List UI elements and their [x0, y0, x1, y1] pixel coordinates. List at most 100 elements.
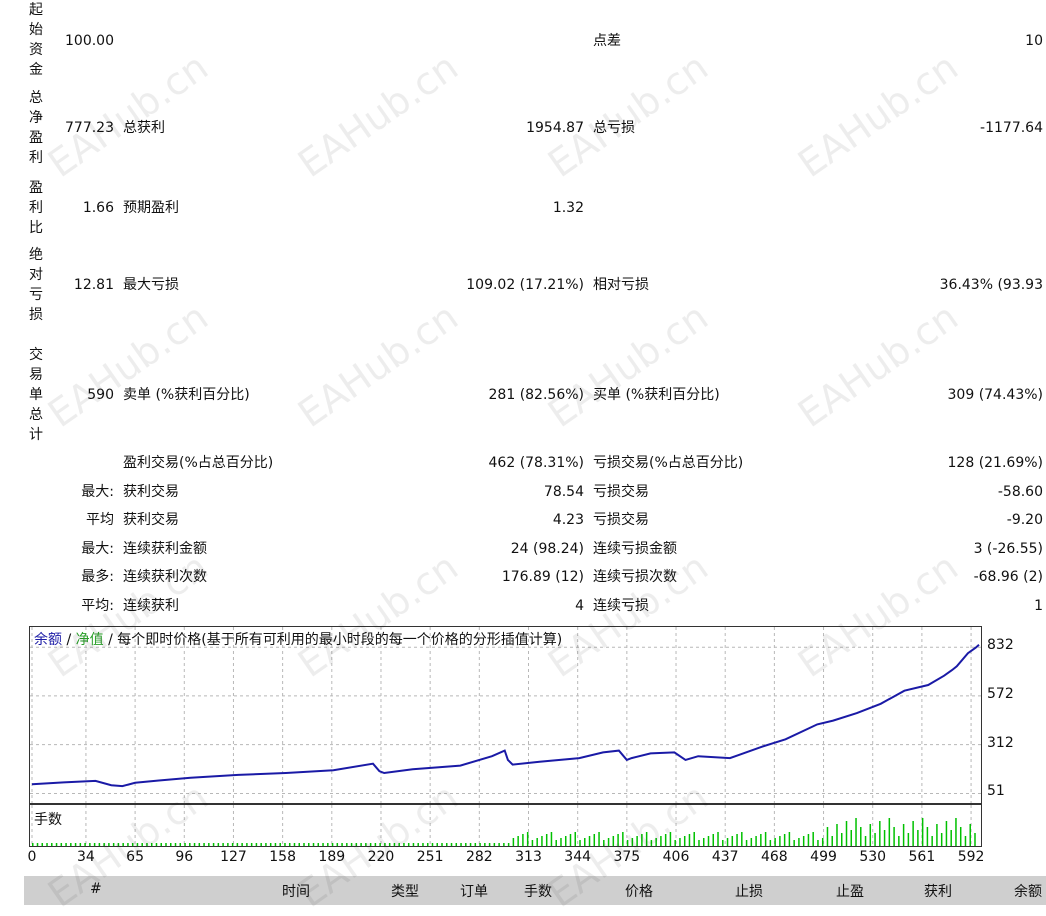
stats-label1: 连续获利 [123, 598, 179, 614]
volume-bar [526, 832, 529, 846]
col-time[interactable]: 时间 [282, 881, 310, 901]
col-type[interactable]: 类型 [391, 881, 419, 901]
col-number[interactable]: # [90, 881, 102, 897]
volume-bar [522, 834, 524, 846]
y-tick-label: 832 [987, 637, 1014, 654]
volume-chart-svg [31, 805, 976, 846]
rel-drawdown-value: 36.43% (93.93 [939, 277, 1043, 293]
profit-factor-value: 1.66 [82, 200, 114, 216]
volume-bar [555, 840, 557, 846]
volume-bar [208, 843, 210, 846]
x-tick-label: 592 [957, 849, 985, 865]
volume-bar [764, 832, 767, 846]
long-trades-label: 买单 (%获利百分比) [593, 387, 720, 403]
volume-bar [250, 843, 253, 846]
volume-bar [679, 838, 681, 846]
volume-bar [950, 830, 952, 846]
volume-bar [236, 843, 239, 846]
volume-bar [636, 836, 638, 846]
watermark-text: EAHub.cn [540, 44, 716, 187]
volume-bar [917, 830, 919, 846]
volume-bar [826, 827, 829, 846]
volume-bar [936, 824, 938, 846]
watermark-text: EAHub.cn [540, 294, 716, 437]
max-drawdown-value: 109.02 (17.21%) [466, 277, 584, 293]
volume-bar [269, 843, 272, 846]
volume-bar [227, 843, 229, 846]
col-balance[interactable]: 余额 [1014, 881, 1042, 901]
volume-bar [160, 843, 162, 846]
stats-prefix: 最多: [81, 569, 114, 585]
volume-bar [241, 843, 243, 846]
stats-prefix: 最大: [81, 484, 114, 500]
volume-bar [807, 834, 810, 846]
volume-bar [165, 843, 167, 846]
volume-bar [955, 818, 957, 846]
stats-value2: -58.60 [997, 484, 1043, 500]
volume-label: 手数 [34, 812, 62, 828]
volume-bar [750, 838, 753, 846]
volume-bar [407, 843, 410, 846]
volume-bar [507, 843, 510, 846]
volume-bar [98, 843, 101, 846]
volume-bar [536, 838, 538, 846]
volume-bar [669, 832, 672, 846]
volume-bar [717, 832, 719, 846]
volume-bar [398, 843, 400, 846]
stats-prefix: 最大: [81, 541, 114, 557]
volume-bar [736, 834, 738, 846]
stats-label1: 连续获利金额 [123, 541, 207, 557]
volume-bar [498, 843, 500, 846]
volume-bar [284, 843, 286, 846]
volume-bar [260, 843, 262, 846]
volume-bar [745, 840, 748, 846]
volume-bar [783, 834, 786, 846]
volume-bar [446, 843, 448, 846]
volume-bar [836, 824, 838, 846]
volume-bar [560, 838, 562, 846]
col-lots[interactable]: 手数 [524, 881, 552, 901]
volume-bar [907, 833, 910, 846]
stats-label1: 获利交易 [123, 484, 179, 500]
volume-bar [845, 821, 848, 846]
volume-bar [612, 836, 615, 846]
volume-bar [84, 843, 86, 846]
volume-bar [874, 833, 876, 846]
x-tick-label: 127 [220, 849, 247, 865]
stats-prefix: 平均 [86, 512, 114, 528]
volume-bar [503, 843, 505, 846]
volume-bar [74, 843, 77, 846]
profit-trades-value: 462 (78.31%) [488, 455, 584, 471]
volume-bar [174, 843, 177, 846]
short-trades-value: 281 (82.56%) [488, 387, 584, 403]
volume-bar [441, 843, 443, 846]
volume-bar [360, 843, 362, 846]
x-tick-label: 158 [269, 849, 296, 865]
stats-value1: 4 [575, 598, 584, 614]
volume-bar [70, 843, 72, 846]
col-profit[interactable]: 获利 [924, 881, 952, 901]
watermark-text: EAHub.cn [40, 44, 216, 187]
volume-bar [231, 843, 234, 846]
volume-bar [79, 843, 82, 846]
volume-bar [921, 818, 924, 846]
volume-bar [802, 836, 805, 846]
col-takeprofit[interactable]: 止盈 [836, 881, 864, 901]
stats-value2: -68.96 (2) [973, 569, 1043, 585]
stats-label2: 连续亏损次数 [593, 569, 677, 585]
stats-prefix: 平均: [81, 598, 114, 614]
x-tick-label: 96 [175, 849, 194, 865]
volume-bar [731, 836, 734, 846]
volume-bar [664, 834, 667, 846]
volume-bar [479, 843, 481, 846]
rel-drawdown-label: 相对亏损 [593, 277, 649, 293]
col-stoploss[interactable]: 止损 [735, 881, 763, 901]
volume-bar [698, 840, 700, 846]
stats-value2: -9.20 [1006, 512, 1043, 528]
x-tick-label: 313 [515, 849, 542, 865]
col-price[interactable]: 价格 [625, 881, 653, 901]
volume-bar [645, 832, 648, 846]
volume-bar [365, 843, 367, 846]
volume-bar [184, 843, 186, 846]
col-order[interactable]: 订单 [460, 881, 488, 901]
